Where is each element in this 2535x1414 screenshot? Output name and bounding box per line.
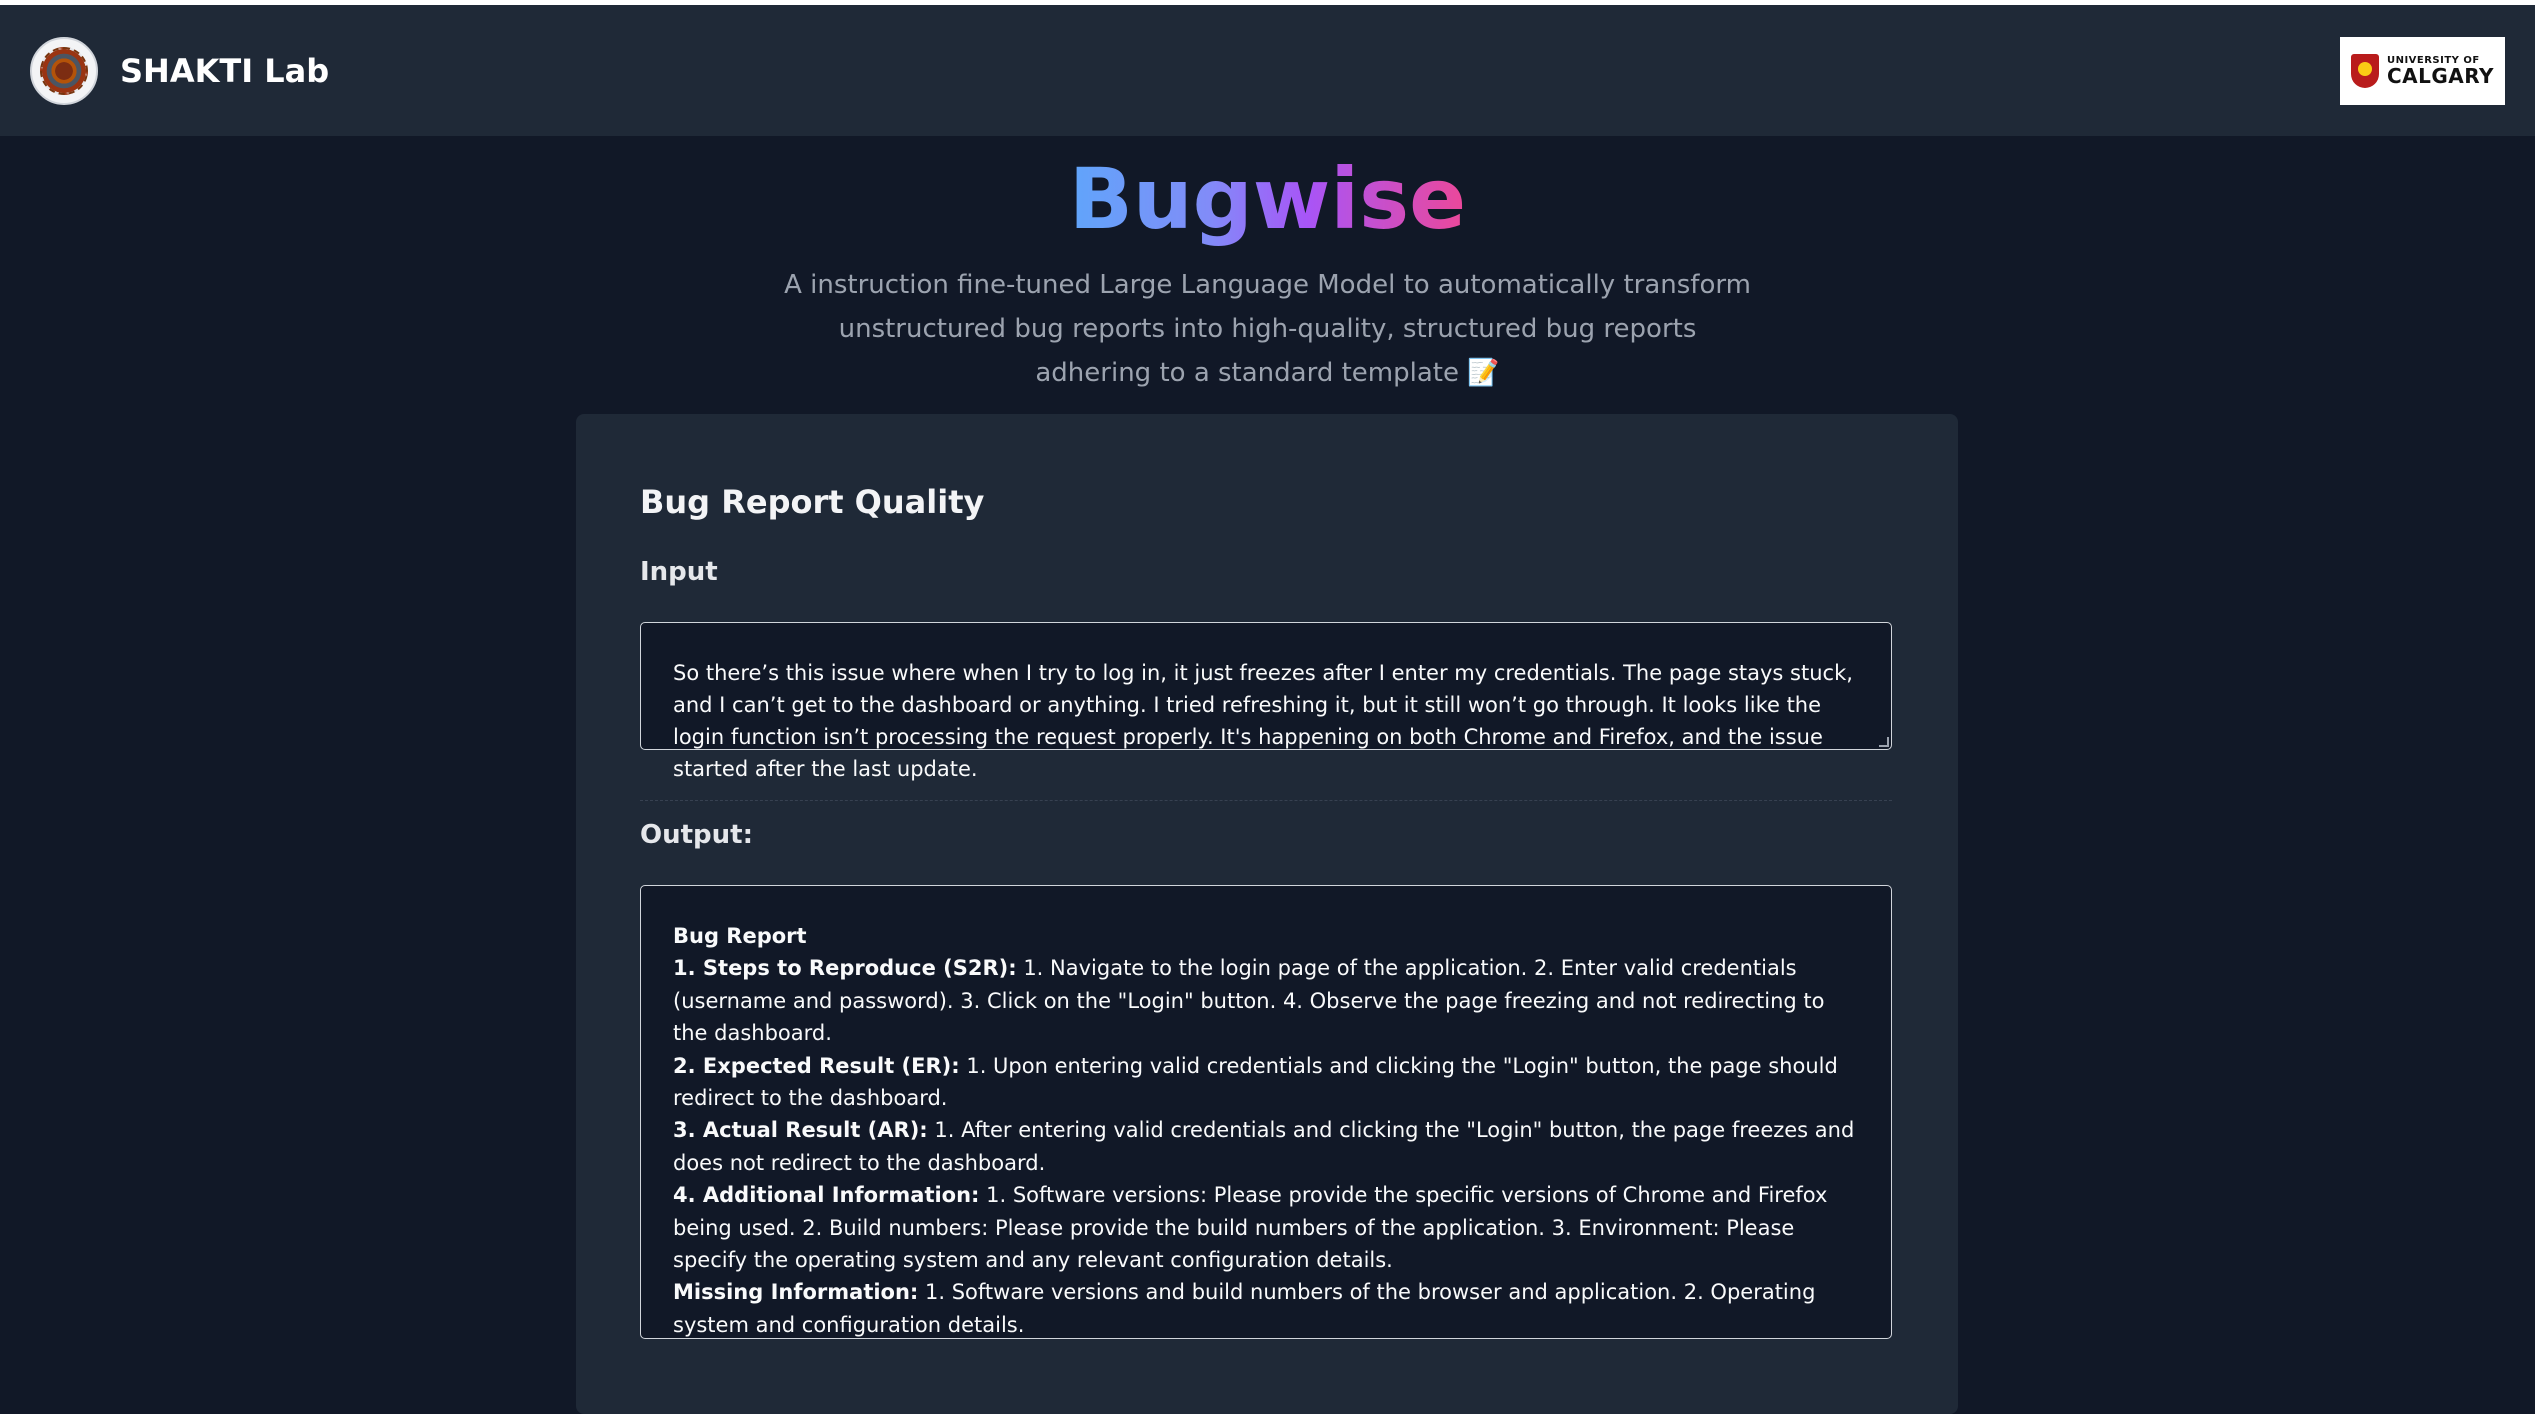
- app-header: SHAKTI Lab UNIVERSITY OF CALGARY: [0, 5, 2535, 136]
- output-additional-info: 4. Additional Information: 1. Software v…: [673, 1183, 1828, 1273]
- shield-icon: [2350, 53, 2379, 88]
- bug-report-card: Bug Report Quality Input So there’s this…: [576, 414, 1958, 1414]
- page-subtitle: A instruction fine-tuned Large Language …: [784, 270, 1751, 388]
- university-logo-line2: CALGARY: [2386, 63, 2495, 88]
- resize-handle-icon[interactable]: [1879, 737, 1889, 747]
- input-label: Input: [640, 557, 718, 587]
- output-er: 2. Expected Result (ER): 1. Upon enterin…: [673, 1053, 1838, 1111]
- card-title: Bug Report Quality: [640, 483, 985, 521]
- lab-logo-icon: [30, 36, 98, 105]
- bug-report-input[interactable]: So there’s this issue where when I try t…: [640, 622, 1892, 781]
- page-title: Bugwise: [1069, 147, 1466, 251]
- bug-report-output: Bug Report 1. Steps to Reproduce (S2R): …: [640, 885, 1892, 1339]
- hero: Bugwise A instruction fine-tuned Large L…: [0, 136, 2535, 395]
- divider: [640, 800, 1892, 801]
- brand[interactable]: SHAKTI Lab: [30, 36, 330, 105]
- output-heading: Bug Report: [673, 924, 807, 948]
- output-s2r: 1. Steps to Reproduce (S2R): 1. Navigate…: [673, 956, 1825, 1046]
- output-missing-info: Missing Information: 1. Software version…: [673, 1280, 1816, 1337]
- lab-name: SHAKTI Lab: [120, 51, 330, 90]
- input-text: So there’s this issue where when I try t…: [673, 661, 1853, 781]
- output-ar: 3. Actual Result (AR): 1. After entering…: [673, 1118, 1855, 1175]
- output-label: Output:: [640, 820, 753, 850]
- university-logo[interactable]: UNIVERSITY OF CALGARY: [2340, 36, 2505, 105]
